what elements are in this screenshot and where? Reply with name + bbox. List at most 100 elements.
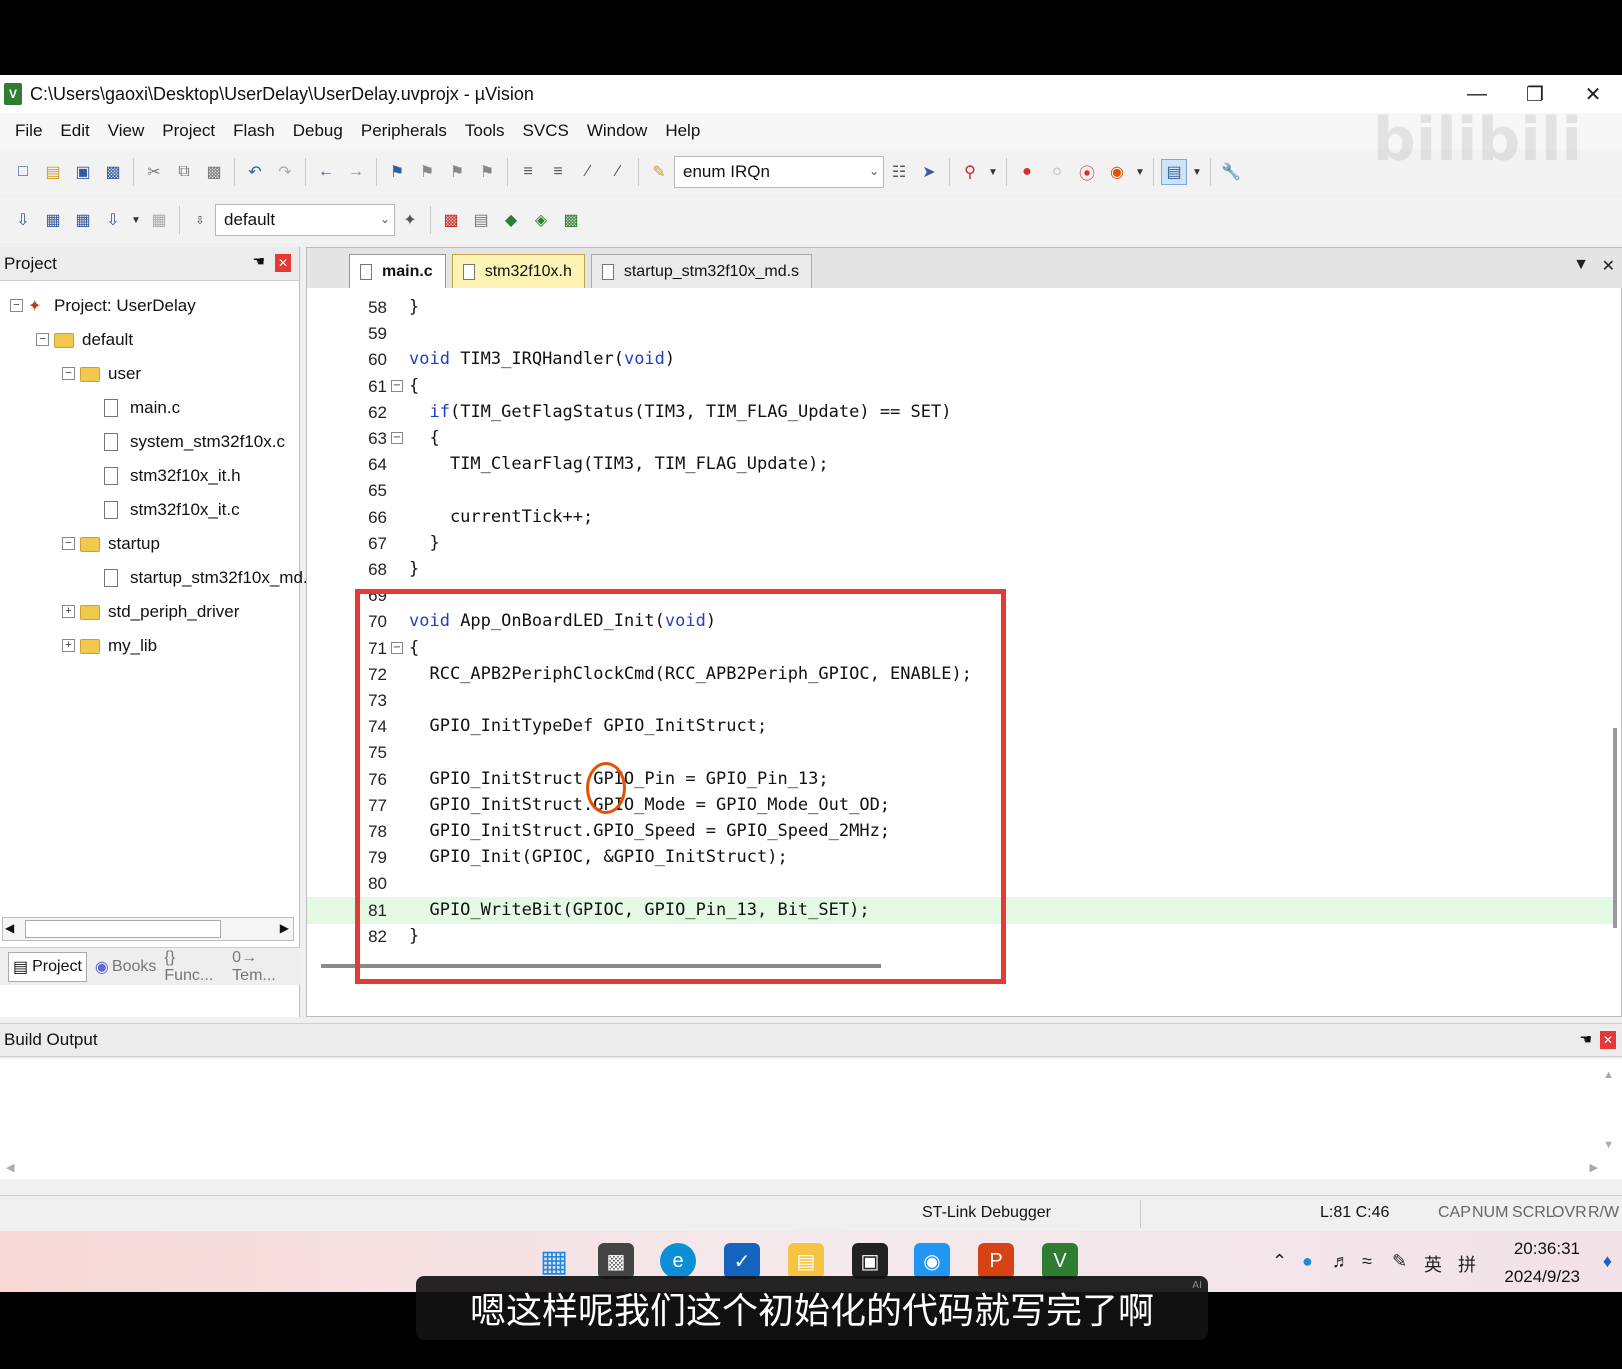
speaker-icon[interactable]: ♬ [1332,1251,1350,1272]
chevron-down-icon[interactable]: ▼ [1191,159,1203,185]
system-clock[interactable]: 20:36:31 2024/9/23 [1504,1235,1580,1291]
scroll-right-icon[interactable]: ▶ [280,921,289,935]
scroll-left-icon[interactable]: ◀ [5,921,14,935]
menu-edit[interactable]: Edit [60,121,89,141]
chevron-down-icon[interactable]: ▼ [987,159,999,185]
code-line[interactable]: 69 [307,582,1617,609]
pin-icon[interactable]: ☚ [1579,1031,1592,1048]
code-line[interactable]: 71−{ [307,635,1617,662]
editor-vertical-scrollbar[interactable] [1613,728,1617,928]
chevron-down-icon[interactable]: ⌄ [869,164,879,178]
cut-icon[interactable]: ✂ [141,159,167,185]
tree-item[interactable]: − default [36,325,133,355]
tree-item[interactable]: stm32f10x_it.h [104,461,241,491]
file-explorer-icon[interactable]: ▤ [788,1243,824,1279]
tree-item[interactable]: startup_stm32f10x_md.s [104,563,316,593]
disable-breakpoint-icon[interactable]: ○ [1044,159,1070,185]
powerpoint-icon[interactable]: P [978,1243,1014,1279]
open-file-icon[interactable]: ▤ [40,159,66,185]
notification-bell-icon[interactable]: ♦ [1603,1251,1612,1272]
ime-pinyin-indicator[interactable]: 拼 [1458,1251,1476,1277]
scroll-up-icon[interactable]: ▲ [1603,1069,1614,1081]
edge-browser-icon[interactable]: e [660,1243,696,1279]
chevron-down-icon[interactable]: ⌄ [380,212,390,226]
code-line[interactable]: 62 if(TIM_GetFlagStatus(TIM3, TIM_FLAG_U… [307,399,1617,426]
uncomment-icon[interactable]: ⁄ [605,159,631,185]
code-line[interactable]: 72 RCC_APB2PeriphClockCmd(RCC_APB2Periph… [307,661,1617,688]
tree-item[interactable]: − ✦ Project: UserDelay [10,291,196,321]
code-line[interactable]: 59 [307,320,1617,347]
tree-item[interactable]: stm32f10x_it.c [104,495,240,525]
indent-icon[interactable]: ≡ [515,159,541,185]
bookmark-icon[interactable]: ⚑ [384,159,410,185]
code-line[interactable]: 74 GPIO_InitTypeDef GPIO_InitStruct; [307,713,1617,740]
project-horizontal-scrollbar[interactable]: ◀ ▶ [2,917,294,941]
collapse-icon[interactable]: − [62,537,75,550]
incremental-find-icon[interactable]: ➤ [916,159,942,185]
ime-language-indicator[interactable]: 英 [1424,1251,1442,1277]
collapse-icon[interactable]: − [62,367,75,380]
windows-start-icon[interactable]: ▦ [536,1243,572,1279]
build-output-area[interactable]: ▲ ▼ ◀ ▶ [0,1059,1622,1179]
tree-item[interactable]: − startup [62,529,160,559]
target-combo[interactable]: default ⌄ [215,204,395,236]
menu-help[interactable]: Help [665,121,700,141]
expand-icon[interactable]: + [62,605,75,618]
task-view-icon[interactable]: ▩ [598,1243,634,1279]
code-area[interactable]: 58} 59 60 void TIM3_IRQHandler(void) 61−{62 … [307,290,1622,950]
scroll-down-icon[interactable]: ▼ [1603,1139,1614,1151]
wifi-icon[interactable]: ≈ [1362,1251,1372,1272]
code-line[interactable]: 81 GPIO_WriteBit(GPIOC, GPIO_Pin_13, Bit… [307,896,1617,924]
tree-item[interactable]: main.c [104,393,180,423]
tree-item[interactable]: system_stm32f10x.c [104,427,285,457]
find-combo[interactable]: enum IRQn ⌄ [674,156,884,188]
save-all-icon[interactable]: ▩ [100,159,126,185]
menu-peripherals[interactable]: Peripherals [361,121,447,141]
uvision-taskbar-icon[interactable]: V [1042,1243,1078,1279]
code-line[interactable]: 79 GPIO_Init(GPIOC, &GPIO_InitStruct); [307,844,1617,871]
tab-main-c[interactable]: main.c [349,254,446,288]
clear-bookmarks-icon[interactable]: ⚑ [474,159,500,185]
camera-app-icon[interactable]: ▣ [852,1243,888,1279]
select-packs-icon[interactable]: ▤ [468,207,494,233]
debug-session-icon[interactable]: ⚲ [957,159,983,185]
configure-icon[interactable]: 🔧 [1218,159,1244,185]
tree-item[interactable]: − user [62,359,141,389]
menu-window[interactable]: Window [587,121,647,141]
prev-bookmark-icon[interactable]: ⚑ [414,159,440,185]
microphone-icon[interactable]: ● [1302,1251,1313,1272]
code-line[interactable]: 67 } [307,530,1617,557]
code-line[interactable]: 66 currentTick++; [307,504,1617,531]
batch-build-icon[interactable]: ⇩ [100,207,126,233]
code-line[interactable]: 75 [307,739,1617,766]
code-line[interactable]: 73 [307,687,1617,714]
code-line[interactable]: 77 GPIO_InitStruct.GPIO_Mode = GPIO_Mode… [307,792,1617,819]
undo-icon[interactable]: ↶ [242,159,268,185]
code-line[interactable]: 82} [307,923,1617,950]
scroll-left-icon[interactable]: ◀ [6,1161,14,1174]
disable-all-breakpoints-icon[interactable]: ⦿ [1074,159,1100,185]
tab-templates[interactable]: 0→ Tem... [232,949,300,985]
comment-icon[interactable]: ⁄ [575,159,601,185]
menu-file[interactable]: File [15,121,42,141]
fold-toggle-icon[interactable]: − [391,641,403,654]
fold-toggle-icon[interactable]: − [391,379,403,392]
save-icon[interactable]: ▣ [70,159,96,185]
paste-icon[interactable]: ▩ [201,159,227,185]
menu-view[interactable]: View [108,121,145,141]
code-line[interactable]: 63− { [307,425,1617,452]
code-line[interactable]: 64 TIM_ClearFlag(TIM3, TIM_FLAG_Update); [307,451,1617,478]
menu-svcs[interactable]: SVCS [523,121,569,141]
tab-stm32f10x-h[interactable]: stm32f10x.h [451,254,585,288]
run-time-env-icon[interactable]: ▩ [558,207,584,233]
collapse-icon[interactable]: − [10,299,23,312]
download-icon[interactable]: ⇩ [187,207,213,233]
tab-project[interactable]: ▤ Project [8,951,87,982]
pack-installer-icon[interactable]: ◆ [498,207,524,233]
close-icon[interactable]: ✕ [1602,256,1615,276]
copy-icon[interactable]: ⧉ [171,159,197,185]
meeting-app-icon[interactable]: ◉ [914,1243,950,1279]
target-options-icon[interactable]: ✦ [397,207,423,233]
kill-breakpoints-icon[interactable]: ◉ [1104,159,1130,185]
code-line[interactable]: 76 GPIO_InitStruct.GPIO_Pin = GPIO_Pin_1… [307,766,1617,793]
